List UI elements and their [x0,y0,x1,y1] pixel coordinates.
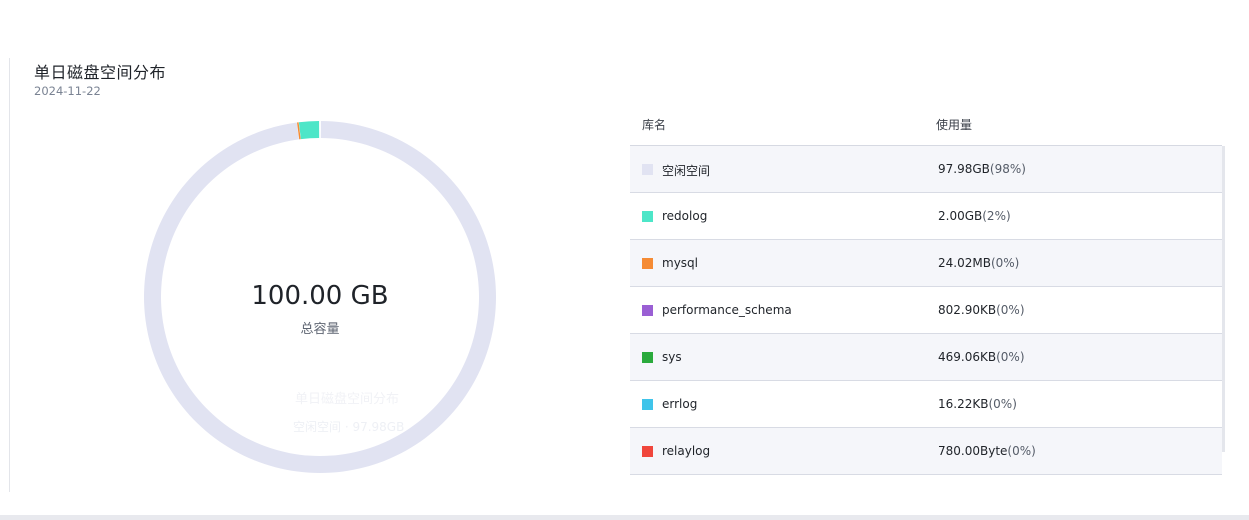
legend-swatch [642,211,653,222]
table-row[interactable]: redolog 2.00GB(2%) [630,193,1222,240]
row-usage-amount: 802.90KB [938,303,997,317]
row-usage-amount: 16.22KB [938,397,989,411]
legend-swatch [642,352,653,363]
row-usage-amount: 469.06KB [938,350,997,364]
disk-distribution-panel: 单日磁盘空间分布 2024-11-22 100.00 GB 总容量 单日磁盘空间… [0,0,1249,520]
column-header-db-name: 库名 [642,118,667,132]
row-usage-percent: (0%) [1007,444,1036,458]
row-usage-percent: (0%) [996,303,1025,317]
row-usage-percent: (98%) [989,162,1026,176]
table-row[interactable]: relaylog 780.00Byte(0%) [630,428,1222,475]
row-db-name: mysql [662,256,698,270]
legend-swatch [642,164,653,175]
row-usage: 16.22KB(0%) [938,397,1017,411]
row-db-name: sys [662,350,682,364]
row-usage-amount: 24.02MB [938,256,991,270]
donut-total-label: 总容量 [300,322,340,337]
row-db-name: redolog [662,209,708,223]
row-usage: 780.00Byte(0%) [938,444,1036,458]
panel-title: 单日磁盘空间分布 [34,63,167,82]
table-body: 空闲空间 97.98GB(98%) redolog 2.00GB(2%) mysql 24… [630,146,1222,475]
donut-total-value: 100.00 GB [251,281,389,311]
row-usage: 97.98GB(98%) [938,162,1026,176]
row-usage: 2.00GB(2%) [938,209,1011,223]
donut-slice-redolog[interactable] [298,121,320,140]
column-header-usage: 使用量 [936,118,973,132]
legend-swatch [642,446,653,457]
usage-table: 库名 使用量 空闲空间 97.98GB(98%) redolog 2.00GB(2%)… [630,100,1222,475]
row-db-name: errlog [662,397,698,411]
row-usage: 469.06KB(0%) [938,350,1025,364]
table-scrollbar[interactable] [1222,146,1225,452]
donut-chart[interactable]: 100.00 GB 总容量 单日磁盘空间分布 空闲空间 · 97.98GB [140,117,500,477]
table-header: 库名 使用量 [630,100,1222,146]
legend-swatch [642,305,653,316]
panel-date: 2024-11-22 [34,84,101,98]
row-usage-percent: (0%) [996,350,1025,364]
row-db-name: performance_schema [662,303,792,317]
row-usage-amount: 2.00GB [938,209,983,223]
donut-tooltip-ghost-title: 单日磁盘空间分布 [295,392,400,407]
donut-tooltip-ghost-value: 空闲空间 · 97.98GB [293,420,405,434]
table-row[interactable]: errlog 16.22KB(0%) [630,381,1222,428]
row-usage-amount: 97.98GB [938,162,990,176]
row-usage-percent: (0%) [988,397,1017,411]
table-row[interactable]: performance_schema 802.90KB(0%) [630,287,1222,334]
table-row[interactable]: mysql 24.02MB(0%) [630,240,1222,287]
panel-left-border [9,58,10,492]
row-usage-amount: 780.00Byte [938,444,1008,458]
legend-swatch [642,258,653,269]
row-usage: 24.02MB(0%) [938,256,1019,270]
table-row[interactable]: 空闲空间 97.98GB(98%) [630,146,1222,193]
row-usage-percent: (0%) [990,256,1020,270]
row-usage-percent: (2%) [982,209,1011,223]
row-usage: 802.90KB(0%) [938,303,1025,317]
bottom-divider [0,515,1249,520]
row-db-name: 空闲空间 [662,164,711,178]
row-db-name: relaylog [662,444,711,458]
table-row[interactable]: sys 469.06KB(0%) [630,334,1222,381]
legend-swatch [642,399,653,410]
